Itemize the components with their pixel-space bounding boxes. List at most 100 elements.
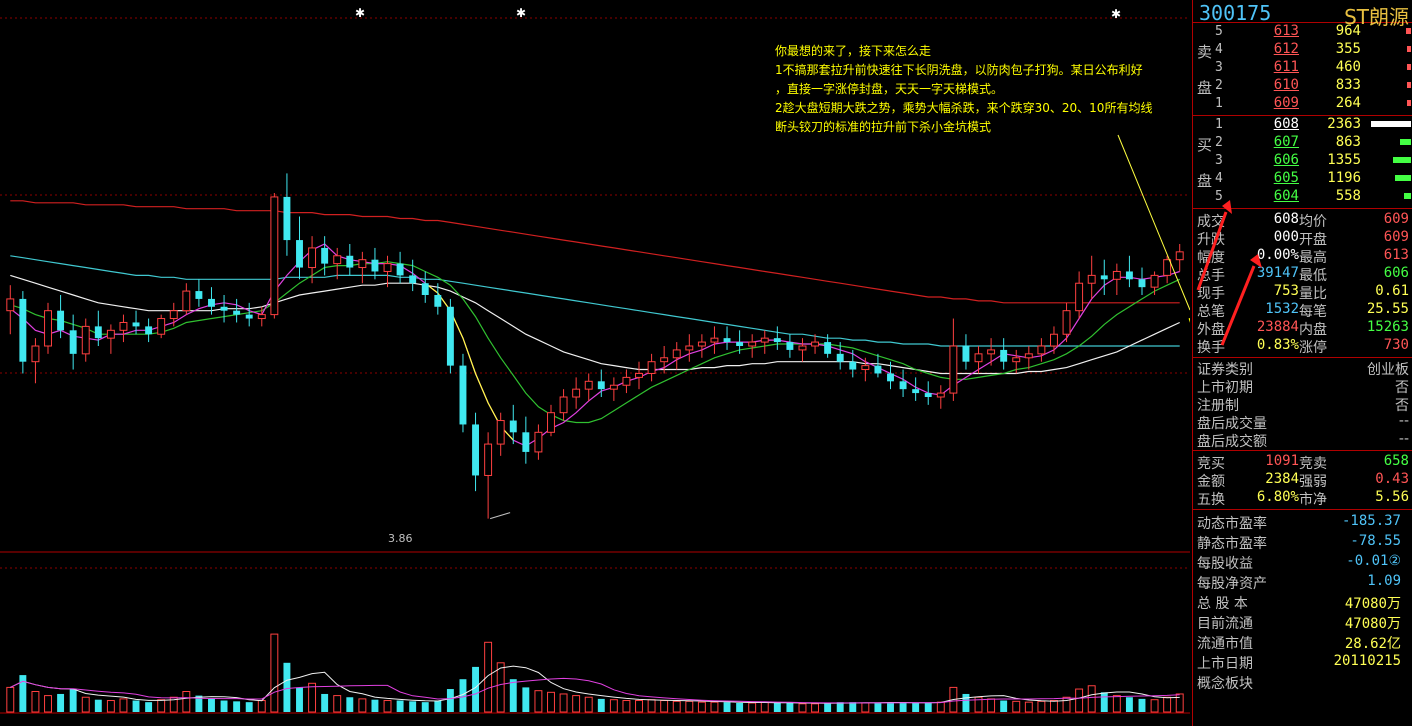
candle-body: [1062, 310, 1071, 335]
buy-row[interactable]: 1 608 2363: [1193, 116, 1412, 134]
auction-stats: 竞买 1091 竞卖 658 金额 2384 强弱 0.43 五换 6.80% 市净 5.56: [1193, 451, 1412, 510]
volume-bar: [396, 700, 404, 712]
candle-body: [257, 314, 266, 320]
volume-bar: [283, 662, 291, 712]
candle-body: [233, 310, 241, 315]
candle-body: [308, 247, 317, 269]
volume-bar: [1000, 700, 1008, 712]
stat-value: 658: [1383, 453, 1409, 469]
volume-bar: [635, 700, 643, 713]
stat-label: 最高: [1299, 250, 1327, 266]
note-line: 1不搞那套拉升前快速往下长阴洗盘，以防肉包子打狗。某日公布利好: [775, 63, 1143, 77]
sell-row[interactable]: 1 609 264: [1193, 95, 1412, 113]
stock-header[interactable]: 300175 ST朗源: [1193, 0, 1412, 29]
price: 606: [1273, 152, 1299, 168]
candle-body: [559, 396, 568, 414]
volume-bar: [798, 703, 807, 713]
candle-body: [962, 346, 970, 362]
volume-bar: [308, 682, 317, 713]
volume-bar: [509, 679, 517, 712]
sell-row[interactable]: 5 613 964: [1193, 23, 1412, 41]
volume-bar: [1100, 692, 1108, 712]
note-line: 断头铰刀的标准的拉升前下杀小金坑模式: [775, 120, 992, 134]
candle-body: [421, 283, 429, 295]
stat-label: 每笔: [1299, 304, 1327, 320]
candle-body: [321, 247, 329, 264]
fundamental-value: -185.37: [1341, 513, 1401, 529]
info-label: 盘后成交量: [1197, 416, 1267, 432]
stat-label: 涨停: [1299, 340, 1327, 356]
candle-body: [182, 290, 191, 312]
price: 604: [1273, 188, 1299, 204]
stat-value: 609: [1383, 211, 1409, 227]
candle-body: [1175, 251, 1184, 261]
stat-row: 升跌 000 开盘 609: [1193, 229, 1412, 248]
fundamental-label: 每股收益: [1197, 556, 1253, 572]
candle-body: [824, 342, 832, 354]
candle-body: [974, 353, 983, 363]
candle-body: [798, 345, 807, 351]
volume-bar: [1150, 699, 1159, 713]
volume-bar: [723, 702, 731, 712]
stat-label: 内盘: [1299, 322, 1327, 338]
candle-body: [1037, 345, 1046, 355]
candle-body: [635, 372, 643, 378]
candle-body: [1112, 270, 1121, 280]
volume-bar: [522, 687, 530, 712]
candle-body: [760, 337, 769, 343]
buy-row[interactable]: 5 604 558: [1193, 188, 1412, 206]
volume-bar: [383, 700, 392, 713]
info-label: 证券类别: [1197, 362, 1253, 378]
volume-bar: [912, 702, 920, 712]
stat-row: 总笔 1532 每笔 25.55: [1193, 301, 1412, 320]
stat-row: 总手 39147 最低 606: [1193, 265, 1412, 284]
stat-row: 外盘 23884 内盘 15263: [1193, 319, 1412, 338]
buy-row[interactable]: 4 605 1196: [1193, 170, 1412, 188]
candle-body: [547, 412, 555, 433]
volume-bar: [182, 691, 191, 713]
candle-body: [723, 338, 731, 343]
candle-body: [119, 321, 128, 331]
stat-value: 15263: [1366, 319, 1409, 335]
volume-bar: [710, 701, 719, 713]
stat-row: 五换 6.80% 市净 5.56: [1193, 489, 1412, 508]
stat-label: 总手: [1197, 268, 1225, 284]
volume-bar: [233, 701, 241, 712]
candle-body: [446, 306, 454, 366]
stat-value: 1532: [1265, 301, 1299, 317]
info-label: 盘后成交额: [1197, 434, 1267, 450]
sell-row[interactable]: 3 611 460: [1193, 59, 1412, 77]
volume-bar: [1125, 697, 1133, 712]
info-value: 创业板: [1367, 362, 1409, 378]
buy-row[interactable]: 3 606 1355: [1193, 152, 1412, 170]
volume-bar: [1407, 82, 1411, 88]
volume-bar: [1024, 701, 1033, 713]
volume: 833: [1335, 77, 1361, 93]
level-number: 1: [1215, 117, 1223, 132]
note-line: 你最想的来了，接下来怎么走: [775, 44, 932, 58]
volume-bar: [371, 699, 379, 712]
low-price-label: 3.86: [388, 532, 413, 545]
stat-value: 730: [1383, 337, 1409, 353]
stat-value: 608: [1273, 211, 1299, 227]
candle-body: [69, 330, 77, 354]
sell-row[interactable]: 2 610 833: [1193, 77, 1412, 95]
volume-bar: [257, 700, 266, 713]
candle-body: [346, 255, 354, 268]
candle-body: [94, 326, 102, 339]
candle-body: [333, 255, 342, 265]
stat-label: 换手: [1197, 340, 1225, 356]
volume-bar: [572, 695, 581, 713]
level-number: 4: [1215, 171, 1223, 186]
info-label: 注册制: [1197, 398, 1239, 414]
candle-body: [208, 298, 215, 307]
fundamental-label: 上市日期: [1197, 656, 1253, 672]
quote-panel: 300175 ST朗源 卖 盘 5 613 964 4 612 355 3 611 460 2 61…: [1192, 0, 1412, 726]
volume-bar: [899, 702, 907, 712]
fundamental-label: 目前流通: [1197, 616, 1253, 632]
buy-row[interactable]: 2 607 863: [1193, 134, 1412, 152]
stat-label: 强弱: [1299, 474, 1327, 490]
sell-row[interactable]: 4 612 355: [1193, 41, 1412, 59]
top-marker: ✱: [516, 6, 526, 20]
stat-label: 总笔: [1197, 304, 1225, 320]
